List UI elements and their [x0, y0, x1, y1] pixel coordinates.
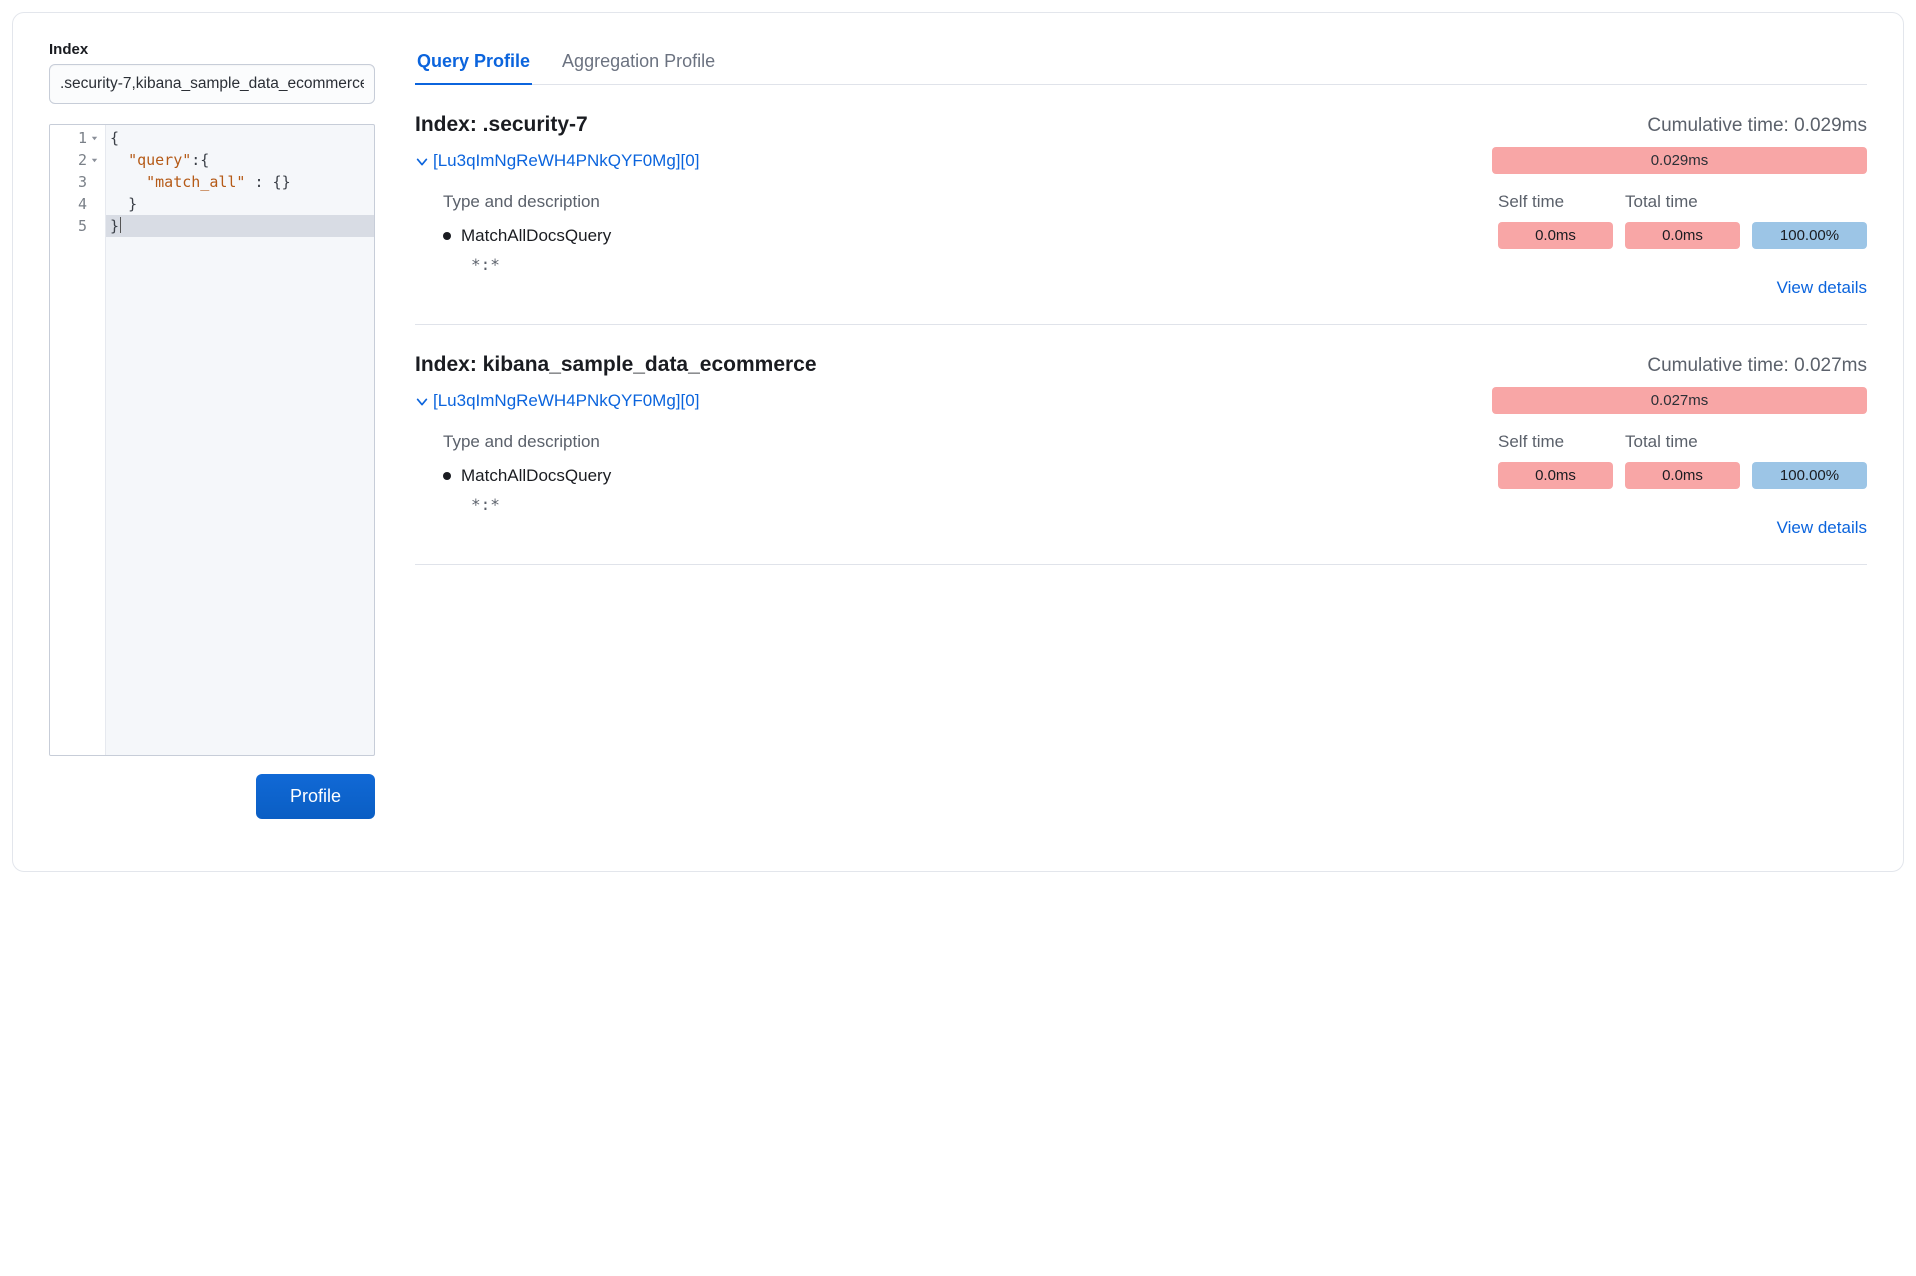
- gutter-line: 4: [50, 193, 105, 215]
- code-line[interactable]: {: [106, 127, 374, 149]
- editor-gutter: 12345: [50, 125, 106, 755]
- gutter-line: 2: [50, 149, 105, 171]
- total-time-pill: 0.0ms: [1625, 462, 1740, 489]
- col-self-time: Self time: [1498, 432, 1613, 452]
- index-label: Index: [49, 41, 375, 58]
- query-description: *:*: [415, 249, 1867, 274]
- fold-caret-icon: [90, 200, 99, 209]
- chevron-down-icon: [415, 394, 429, 408]
- fold-caret-icon[interactable]: [90, 134, 99, 143]
- total-time-pill: 0.0ms: [1625, 222, 1740, 249]
- col-self-time: Self time: [1498, 192, 1613, 212]
- query-row: MatchAllDocsQuery 0.0ms 0.0ms 100.00%: [415, 462, 1867, 489]
- bullet-icon: [443, 232, 451, 240]
- gutter-line: 1: [50, 127, 105, 149]
- percent-pill: 100.00%: [1752, 462, 1867, 489]
- right-column: Query Profile Aggregation Profile Index:…: [415, 41, 1867, 835]
- cumulative-time: Cumulative time: 0.029ms: [1647, 115, 1867, 137]
- view-details-link[interactable]: View details: [1752, 518, 1867, 538]
- code-line[interactable]: }: [106, 193, 374, 215]
- fold-caret-icon: [90, 178, 99, 187]
- shard-time-bar: 0.027ms: [1492, 387, 1867, 414]
- query-type: MatchAllDocsQuery: [461, 226, 611, 246]
- index-title: Index: kibana_sample_data_ecommerce: [415, 353, 817, 377]
- view-details-link[interactable]: View details: [1752, 278, 1867, 298]
- col-type-desc: Type and description: [443, 432, 1486, 452]
- index-result-block: Index: .security-7 Cumulative time: 0.029…: [415, 113, 1867, 325]
- percent-pill: 100.00%: [1752, 222, 1867, 249]
- self-time-pill: 0.0ms: [1498, 462, 1613, 489]
- index-input[interactable]: [49, 64, 375, 104]
- fold-caret-icon: [90, 222, 99, 231]
- query-editor[interactable]: 12345 { "query":{ "match_all" : {} }}: [49, 124, 375, 756]
- gutter-line: 5: [50, 215, 105, 237]
- col-total-time: Total time: [1625, 192, 1740, 212]
- shard-toggle[interactable]: [Lu3qImNgReWH4PNkQYF0Mg][0]: [415, 151, 699, 171]
- col-type-desc: Type and description: [443, 192, 1486, 212]
- profile-button[interactable]: Profile: [256, 774, 375, 819]
- shard-toggle[interactable]: [Lu3qImNgReWH4PNkQYF0Mg][0]: [415, 391, 699, 411]
- query-row: MatchAllDocsQuery 0.0ms 0.0ms 100.00%: [415, 222, 1867, 249]
- tabs: Query Profile Aggregation Profile: [415, 41, 1867, 85]
- query-description: *:*: [415, 489, 1867, 514]
- chevron-down-icon: [415, 154, 429, 168]
- fold-caret-icon[interactable]: [90, 156, 99, 165]
- col-total-time: Total time: [1625, 432, 1740, 452]
- tab-aggregation-profile[interactable]: Aggregation Profile: [560, 41, 717, 84]
- shard-time-bar: 0.029ms: [1492, 147, 1867, 174]
- code-line[interactable]: }: [106, 215, 374, 237]
- query-type: MatchAllDocsQuery: [461, 466, 611, 486]
- editor-code[interactable]: { "query":{ "match_all" : {} }}: [106, 125, 374, 755]
- index-title: Index: .security-7: [415, 113, 588, 137]
- cumulative-time: Cumulative time: 0.027ms: [1647, 355, 1867, 377]
- tab-query-profile[interactable]: Query Profile: [415, 41, 532, 84]
- profiler-panel: Index 12345 { "query":{ "match_all" : {}…: [12, 12, 1904, 872]
- self-time-pill: 0.0ms: [1498, 222, 1613, 249]
- index-result-block: Index: kibana_sample_data_ecommerce Cumul…: [415, 353, 1867, 565]
- shard-id: [Lu3qImNgReWH4PNkQYF0Mg][0]: [433, 391, 699, 411]
- shard-id: [Lu3qImNgReWH4PNkQYF0Mg][0]: [433, 151, 699, 171]
- code-line[interactable]: "match_all" : {}: [106, 171, 374, 193]
- left-column: Index 12345 { "query":{ "match_all" : {}…: [49, 41, 375, 835]
- code-line[interactable]: "query":{: [106, 149, 374, 171]
- gutter-line: 3: [50, 171, 105, 193]
- bullet-icon: [443, 472, 451, 480]
